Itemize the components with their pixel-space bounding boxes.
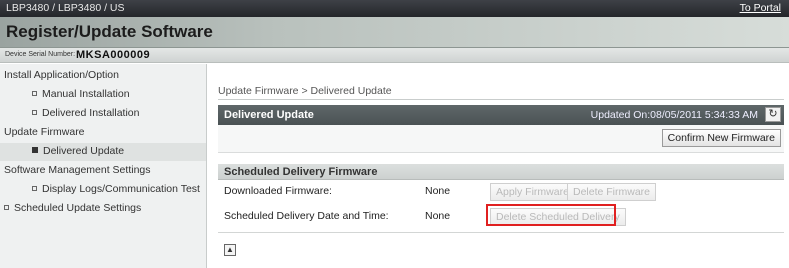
downloaded-firmware-label: Downloaded Firmware: [224, 185, 332, 197]
sidebar-item-label: Scheduled Update Settings [14, 202, 142, 214]
sidebar-item-install-application[interactable]: Install Application/Option [4, 69, 210, 81]
sidebar-item-delivered-update[interactable]: Delivered Update [0, 143, 206, 161]
downloaded-firmware-value: None [425, 185, 451, 197]
sidebar-item-label: Install Application/Option [4, 69, 119, 81]
panel-title: Delivered Update [224, 109, 314, 121]
bullet-icon [32, 186, 37, 191]
serial-label: Device Serial Number: [5, 51, 76, 58]
top-bar: LBP3480 / LBP3480 / US To Portal [0, 0, 789, 17]
serial-value: MKSA000009 [76, 49, 151, 61]
to-top-icon[interactable]: ▲ [224, 244, 236, 256]
breadcrumb: Update Firmware > Delivered Update [218, 85, 392, 97]
apply-firmware-button[interactable]: Apply Firmware [490, 183, 575, 201]
sidebar-item-scheduled-update-settings[interactable]: Scheduled Update Settings [4, 202, 210, 214]
bullet-icon [32, 147, 38, 153]
sidebar-item-label: Display Logs/Communication Test [42, 183, 200, 195]
highlight-box [486, 204, 616, 226]
panel-header: Delivered Update Updated On:08/05/2011 5… [218, 105, 784, 125]
bullet-icon [32, 91, 37, 96]
scheduled-date-value: None [425, 210, 451, 222]
scheduled-delivery-header: Scheduled Delivery Firmware [218, 164, 784, 180]
sidebar-item-label: Manual Installation [42, 88, 130, 100]
sidebar-item-label: Update Firmware [4, 126, 85, 138]
confirm-new-firmware-button[interactable]: Confirm New Firmware [661, 129, 781, 147]
sidebar-item-label: Software Management Settings [4, 164, 151, 176]
section-title: Scheduled Delivery Firmware [224, 166, 378, 178]
panel-body: Confirm New Firmware [218, 125, 784, 153]
divider [218, 232, 784, 233]
sidebar-item-software-management-settings[interactable]: Software Management Settings [4, 164, 210, 176]
updated-on-text: Updated On:08/05/2011 5:34:33 AM [590, 109, 758, 121]
sidebar-item-display-logs[interactable]: Display Logs/Communication Test [32, 183, 238, 195]
sidebar-item-label: Delivered Update [43, 145, 125, 157]
serial-bar: Device Serial Number: MKSA000009 [0, 48, 789, 63]
to-portal-link[interactable]: To Portal [740, 2, 781, 14]
title-bar: Register/Update Software [0, 17, 789, 48]
delete-firmware-button[interactable]: Delete Firmware [567, 183, 657, 201]
scheduled-date-label: Scheduled Delivery Date and Time: [224, 210, 389, 222]
refresh-icon[interactable]: ↻ [765, 107, 781, 122]
bullet-icon [32, 110, 37, 115]
divider [218, 99, 784, 100]
sidebar-item-delivered-installation[interactable]: Delivered Installation [32, 107, 238, 119]
bullet-icon [4, 205, 9, 210]
sidebar-item-manual-installation[interactable]: Manual Installation [32, 88, 238, 100]
sidebar-item-label: Delivered Installation [42, 107, 140, 119]
sidebar: Install Application/Option Manual Instal… [0, 64, 207, 268]
sidebar-item-update-firmware[interactable]: Update Firmware [4, 126, 210, 138]
device-model: LBP3480 / LBP3480 / US [6, 2, 125, 14]
page-title: Register/Update Software [6, 22, 213, 41]
